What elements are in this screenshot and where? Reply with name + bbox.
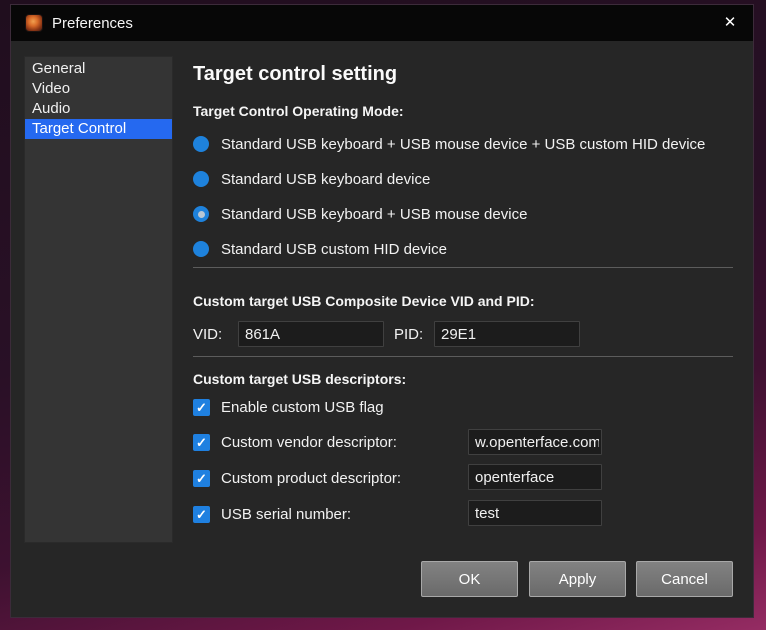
checkbox-row-product-descriptor[interactable]: ✓ Custom product descriptor: [193,468,401,489]
divider [193,356,733,357]
ok-button[interactable]: OK [421,561,518,597]
operating-mode-label: Target Control Operating Mode: [193,103,404,119]
vid-field-label: VID: [193,326,222,343]
checkbox-row-custom-usb-flag[interactable]: ✓ Enable custom USB flag [193,397,384,418]
checkbox-checked-icon[interactable]: ✓ [193,470,210,487]
close-icon[interactable]: ✕ [713,5,747,39]
apply-button[interactable]: Apply [529,561,626,597]
radio-label: Standard USB custom HID device [221,241,447,258]
radio-option-kb-mouse[interactable]: Standard USB keyboard + USB mouse device [193,203,527,225]
checkbox-checked-icon[interactable]: ✓ [193,399,210,416]
radio-icon[interactable] [193,241,209,257]
checkbox-label: Custom vendor descriptor: [221,434,397,451]
pid-field-label: PID: [394,326,423,343]
divider [193,267,733,268]
checkbox-label: Enable custom USB flag [221,399,384,416]
sidebar-item-video[interactable]: Video [25,79,172,99]
category-list: General Video Audio Target Control [24,56,173,543]
radio-option-keyboard[interactable]: Standard USB keyboard device [193,168,430,190]
radio-label: Standard USB keyboard device [221,171,430,188]
serial-number-input[interactable] [468,500,602,526]
checkbox-checked-icon[interactable]: ✓ [193,506,210,523]
sidebar-item-audio[interactable]: Audio [25,99,172,119]
checkbox-checked-icon[interactable]: ✓ [193,434,210,451]
title-bar: Preferences ✕ [11,5,753,41]
app-icon [25,14,43,32]
radio-icon[interactable] [193,136,209,152]
radio-icon-selected[interactable] [193,206,209,222]
preferences-dialog: Preferences ✕ General Video Audio Target… [10,4,754,618]
page-title: Target control setting [193,63,397,86]
radio-option-custom-hid[interactable]: Standard USB custom HID device [193,238,447,260]
checkbox-label: USB serial number: [221,506,351,523]
pid-input[interactable] [434,321,580,347]
checkbox-row-vendor-descriptor[interactable]: ✓ Custom vendor descriptor: [193,432,397,453]
sidebar-item-general[interactable]: General [25,59,172,79]
radio-icon[interactable] [193,171,209,187]
descriptors-label: Custom target USB descriptors: [193,371,406,387]
vid-pid-label: Custom target USB Composite Device VID a… [193,293,535,309]
checkbox-row-serial-number[interactable]: ✓ USB serial number: [193,504,351,525]
window-title: Preferences [52,15,133,32]
radio-label: Standard USB keyboard + USB mouse device… [221,136,705,153]
sidebar-item-target-control[interactable]: Target Control [25,119,172,139]
product-descriptor-input[interactable] [468,464,602,490]
radio-label: Standard USB keyboard + USB mouse device [221,206,527,223]
cancel-button[interactable]: Cancel [636,561,733,597]
checkbox-label: Custom product descriptor: [221,470,401,487]
vendor-descriptor-input[interactable] [468,429,602,455]
radio-option-kb-mouse-hid[interactable]: Standard USB keyboard + USB mouse device… [193,133,705,155]
vid-input[interactable] [238,321,384,347]
